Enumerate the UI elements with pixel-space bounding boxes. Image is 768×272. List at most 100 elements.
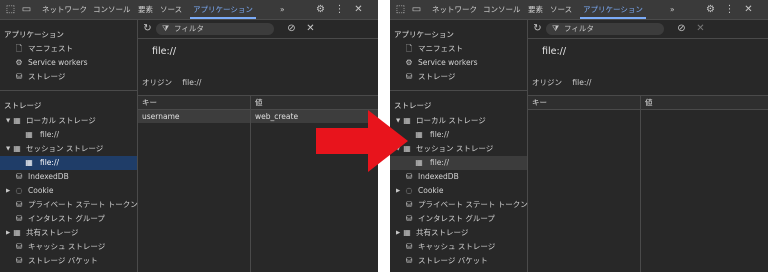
origin-value: file:// — [572, 78, 592, 87]
gears-icon: ⚙ — [15, 58, 23, 67]
filter-input[interactable]: ⧩ フィルタ — [546, 23, 664, 35]
tab-application[interactable]: アプリケーション — [190, 0, 256, 19]
database-icon: ⛁ — [405, 242, 413, 251]
database-icon: ⛁ — [15, 214, 23, 223]
tab-sources[interactable]: ソース — [160, 0, 182, 19]
tab-network[interactable]: ネットワーク — [42, 0, 87, 19]
sidebar-item-session-storage-file[interactable]: ▦ file:// — [390, 156, 527, 170]
refresh-icon[interactable]: ↻ — [531, 22, 544, 35]
delete-selected-icon[interactable]: ✕ — [304, 22, 317, 35]
origin-info: オリジン file:// — [142, 77, 201, 88]
devtools-tab-bar: ⬚ ▭ ネットワーク コンソール 要素 ソース アプリケーション » ⚙ ⋮ ✕ — [390, 0, 768, 20]
more-options-icon[interactable]: ⋮ — [723, 3, 736, 16]
close-icon[interactable]: ✕ — [352, 3, 365, 16]
sidebar-item-session-storage[interactable]: ▼ ▦ セッション ストレージ — [0, 142, 137, 156]
grid-header: キー 値 — [528, 96, 768, 110]
sidebar-item-cache-storage[interactable]: ⛁ キャッシュ ストレージ — [390, 240, 527, 254]
tab-sources[interactable]: ソース — [550, 0, 572, 19]
database-icon: ⛁ — [405, 256, 413, 265]
sidebar-item-storage-buckets[interactable]: ⛁ ストレージ バケット — [0, 254, 137, 268]
table-icon: ▦ — [415, 158, 423, 167]
sidebar-item-cache-storage[interactable]: ⛁ キャッシュ ストレージ — [0, 240, 137, 254]
close-icon[interactable]: ✕ — [742, 3, 755, 16]
storage-main-pane: ↻ ⧩ フィルタ ⊘ ✕ file:// オリジン file:// キー 値 — [528, 20, 768, 272]
gears-icon: ⚙ — [405, 58, 413, 67]
clear-all-icon[interactable]: ⊘ — [675, 22, 688, 35]
table-icon: ▦ — [13, 116, 21, 125]
sidebar-item-cookie[interactable]: ▶ ◌ Cookie — [0, 184, 137, 198]
storage-section-heading: ストレージ — [4, 101, 42, 110]
more-tabs-icon[interactable]: » — [670, 0, 675, 19]
column-header-key[interactable]: キー — [142, 96, 157, 109]
database-icon: ⛁ — [405, 200, 413, 209]
origin-title: file:// — [152, 46, 177, 57]
delete-selected-icon[interactable]: ✕ — [694, 22, 707, 35]
tab-application[interactable]: アプリケーション — [580, 0, 646, 19]
clear-all-icon[interactable]: ⊘ — [285, 22, 298, 35]
inspect-element-icon[interactable]: ⬚ — [4, 3, 17, 16]
settings-gear-icon[interactable]: ⚙ — [704, 3, 717, 16]
sidebar-item-service-workers[interactable]: ⚙ Service workers — [0, 56, 137, 70]
refresh-icon[interactable]: ↻ — [141, 22, 154, 35]
sidebar-item-shared-storage[interactable]: ▶ ▦ 共有ストレージ — [0, 226, 137, 240]
application-section-heading: アプリケーション — [394, 30, 454, 39]
filter-icon: ⧩ — [552, 24, 560, 33]
sidebar-item-storage[interactable]: ⛁ ストレージ — [0, 70, 137, 84]
sidebar-item-session-storage-file[interactable]: ▦ file:// — [0, 156, 137, 170]
sidebar-item-storage[interactable]: ⛁ ストレージ — [390, 70, 527, 84]
sidebar-item-private-state-tokens[interactable]: ⛁ プライベート ステート トークン — [0, 198, 138, 212]
sidebar-item-session-storage[interactable]: ▼ ▦ セッション ストレージ — [390, 142, 527, 156]
device-toolbar-icon[interactable]: ▭ — [20, 3, 33, 16]
sidebar-item-private-state-tokens[interactable]: ⛁ プライベート ステート トークン — [390, 198, 528, 212]
sidebar-item-local-storage[interactable]: ▼ ▦ ローカル ストレージ — [0, 114, 137, 128]
table-icon: ▦ — [13, 144, 21, 153]
sidebar-item-local-storage[interactable]: ▼ ▦ ローカル ストレージ — [390, 114, 527, 128]
table-icon: ▦ — [25, 130, 33, 139]
collapsed-arrow-icon[interactable]: ▶ — [6, 184, 12, 198]
table-icon: ▦ — [403, 228, 411, 237]
application-sidebar: アプリケーション 🗋 マニフェスト ⚙ Service workers ⛁ スト… — [0, 20, 138, 272]
sidebar-item-shared-storage[interactable]: ▶ ▦ 共有ストレージ — [390, 226, 527, 240]
column-header-value[interactable]: 値 — [645, 96, 653, 109]
sidebar-item-storage-buckets[interactable]: ⛁ ストレージ バケット — [390, 254, 527, 268]
column-divider — [640, 96, 641, 272]
filter-input[interactable]: ⧩ フィルタ — [156, 23, 274, 35]
settings-gear-icon[interactable]: ⚙ — [314, 3, 327, 16]
sidebar-item-service-workers[interactable]: ⚙ Service workers — [390, 56, 527, 70]
tab-console[interactable]: コンソール — [93, 0, 131, 19]
application-sidebar: アプリケーション 🗋 マニフェスト ⚙ Service workers ⛁ スト… — [390, 20, 528, 272]
sidebar-item-local-storage-file[interactable]: ▦ file:// — [390, 128, 527, 142]
column-header-value[interactable]: 値 — [255, 96, 263, 109]
tab-network[interactable]: ネットワーク — [432, 0, 477, 19]
row-value: web_create — [255, 112, 299, 121]
document-icon: 🗋 — [405, 44, 413, 53]
database-icon: ⛁ — [15, 172, 23, 181]
tab-console[interactable]: コンソール — [483, 0, 521, 19]
device-toolbar-icon[interactable]: ▭ — [410, 3, 423, 16]
table-icon: ▦ — [25, 158, 33, 167]
document-icon: 🗋 — [15, 44, 23, 53]
storage-toolbar: ↻ ⧩ フィルタ ⊘ ✕ — [138, 20, 378, 39]
sidebar-item-manifest[interactable]: 🗋 マニフェスト — [0, 42, 137, 56]
cookie-icon: ◌ — [405, 186, 413, 195]
section-divider — [0, 90, 137, 91]
storage-toolbar: ↻ ⧩ フィルタ ⊘ ✕ — [528, 20, 768, 39]
sidebar-item-interest-groups[interactable]: ⛁ インタレスト グループ — [390, 212, 527, 226]
collapsed-arrow-icon[interactable]: ▶ — [396, 184, 402, 198]
more-options-icon[interactable]: ⋮ — [333, 3, 346, 16]
grid-header: キー 値 — [138, 96, 378, 110]
sidebar-item-manifest[interactable]: 🗋 マニフェスト — [390, 42, 527, 56]
origin-label: オリジン — [142, 78, 172, 87]
tab-elements[interactable]: 要素 — [138, 0, 153, 19]
devtools-tab-bar: ⬚ ▭ ネットワーク コンソール 要素 ソース アプリケーション » ⚙ ⋮ ✕ — [0, 0, 378, 20]
tab-elements[interactable]: 要素 — [528, 0, 543, 19]
sidebar-item-local-storage-file[interactable]: ▦ file:// — [0, 128, 137, 142]
storage-data-grid: キー 値 — [528, 95, 768, 272]
sidebar-item-indexeddb[interactable]: ⛁ IndexedDB — [390, 170, 527, 184]
inspect-element-icon[interactable]: ⬚ — [394, 3, 407, 16]
sidebar-item-interest-groups[interactable]: ⛁ インタレスト グループ — [0, 212, 137, 226]
sidebar-item-cookie[interactable]: ▶ ◌ Cookie — [390, 184, 527, 198]
column-header-key[interactable]: キー — [532, 96, 547, 109]
more-tabs-icon[interactable]: » — [280, 0, 285, 19]
sidebar-item-indexeddb[interactable]: ⛁ IndexedDB — [0, 170, 137, 184]
